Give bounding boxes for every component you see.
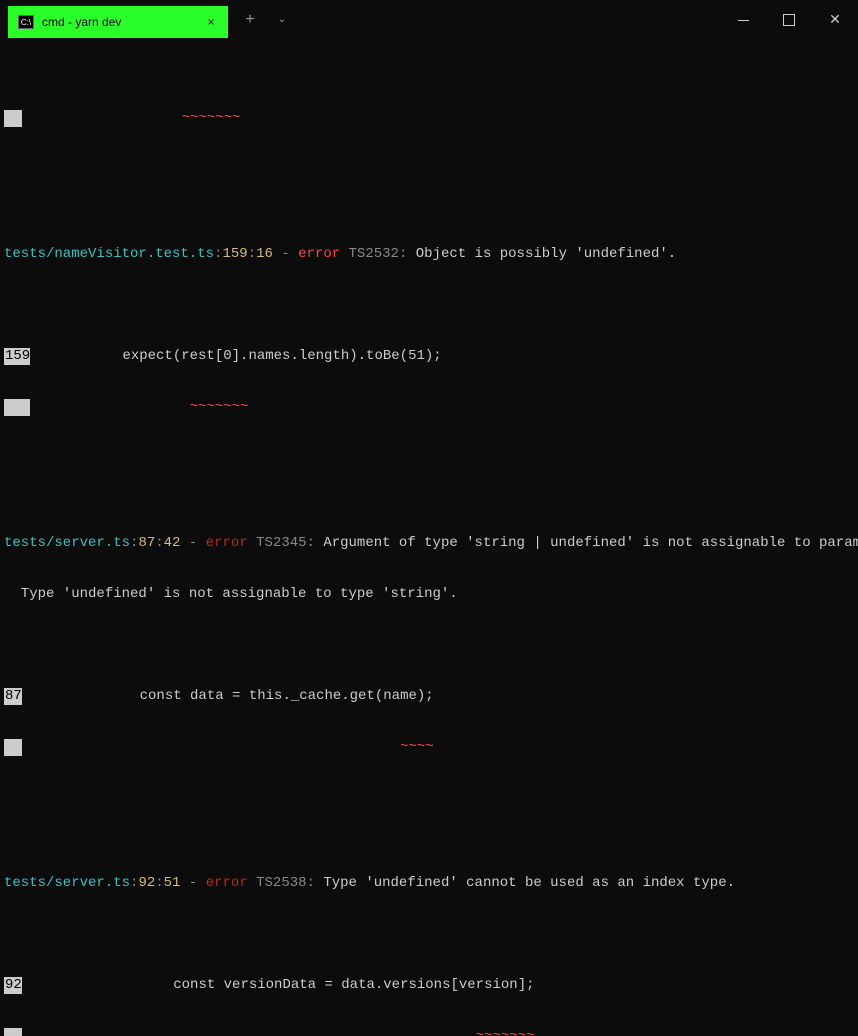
error-keyword: error <box>298 246 340 262</box>
error-col: 42 <box>164 535 181 551</box>
close-window-button[interactable]: ✕ <box>812 5 858 35</box>
error-squiggle: ~~~~ <box>22 739 434 756</box>
error-header: tests/server.ts:92:51 - error TS2538: Ty… <box>4 875 854 892</box>
error-header: tests/server.ts:87:42 - error TS2345: Ar… <box>4 535 854 552</box>
error-file: tests/nameVisitor.test.ts <box>4 246 214 262</box>
maximize-button[interactable] <box>766 5 812 35</box>
terminal-output[interactable]: ~~~~~~~ tests/nameVisitor.test.ts:159:16… <box>0 40 858 1036</box>
squiggle-line: ~~~~~~~ <box>4 1028 854 1036</box>
tab-dropdown-button[interactable]: ⌄ <box>266 14 298 26</box>
gutter-empty <box>4 1028 22 1036</box>
error-header: tests/nameVisitor.test.ts:159:16 - error… <box>4 246 854 263</box>
error-keyword: error <box>206 875 248 891</box>
gutter-number: 159 <box>4 348 30 365</box>
error-message: Object is possibly 'undefined'. <box>407 246 676 262</box>
source-code: const versionData = data.versions[versio… <box>173 977 534 994</box>
error-message: Argument of type 'string | undefined' is… <box>315 535 858 551</box>
error-col: 16 <box>256 246 273 262</box>
titlebar: C:\ cmd - yarn dev × + ⌄ ✕ <box>0 0 858 40</box>
gutter-empty <box>4 399 30 416</box>
error-code: TS2538: <box>256 875 315 891</box>
source-code: const data = this._cache.get(name); <box>140 688 434 705</box>
gutter-number: 87 <box>4 688 22 705</box>
tab-title: cmd - yarn dev <box>42 15 202 29</box>
blank-line <box>4 297 854 314</box>
error-code: TS2345: <box>256 535 315 551</box>
blank-line <box>4 926 854 943</box>
blank-line <box>4 790 854 807</box>
window-controls: ✕ <box>720 5 858 35</box>
squiggle-line: ~~~~~~~ <box>4 399 854 416</box>
error-file: tests/server.ts <box>4 535 130 551</box>
error-squiggle: ~~~~~~~ <box>22 1028 535 1036</box>
error-line: 92 <box>138 875 155 891</box>
close-tab-icon[interactable]: × <box>202 15 220 29</box>
minimize-button[interactable] <box>720 5 766 35</box>
gutter-line: ~~~~~~~ <box>4 110 854 127</box>
source-line: 87 const data = this._cache.get(name); <box>4 688 854 705</box>
new-tab-button[interactable]: + <box>234 11 266 29</box>
error-code: TS2532: <box>349 246 408 262</box>
gutter-empty <box>4 110 22 127</box>
error-keyword: error <box>206 535 248 551</box>
source-line: 92 const versionData = data.versions[ver… <box>4 977 854 994</box>
squiggle-line: ~~~~ <box>4 739 854 756</box>
error-message: Type 'undefined' cannot be used as an in… <box>315 875 735 891</box>
source-line: 159 expect(rest[0].names.length).toBe(51… <box>4 348 854 365</box>
error-message-extra: Type 'undefined' is not assignable to ty… <box>4 586 854 603</box>
blank-line <box>4 637 854 654</box>
error-line: 87 <box>138 535 155 551</box>
error-line: 159 <box>222 246 247 262</box>
cmd-icon: C:\ <box>18 15 34 29</box>
blank-line <box>4 450 854 467</box>
gutter-number: 92 <box>4 977 22 994</box>
error-file: tests/server.ts <box>4 875 130 891</box>
gutter-empty <box>4 739 22 756</box>
error-col: 51 <box>164 875 181 891</box>
error-squiggle: ~~~~~~~ <box>30 399 248 416</box>
blank-line <box>4 161 854 178</box>
terminal-tab[interactable]: C:\ cmd - yarn dev × <box>8 6 228 38</box>
source-code: expect(rest[0].names.length).toBe(51); <box>122 348 441 365</box>
error-squiggle: ~~~~~~~ <box>22 110 240 127</box>
